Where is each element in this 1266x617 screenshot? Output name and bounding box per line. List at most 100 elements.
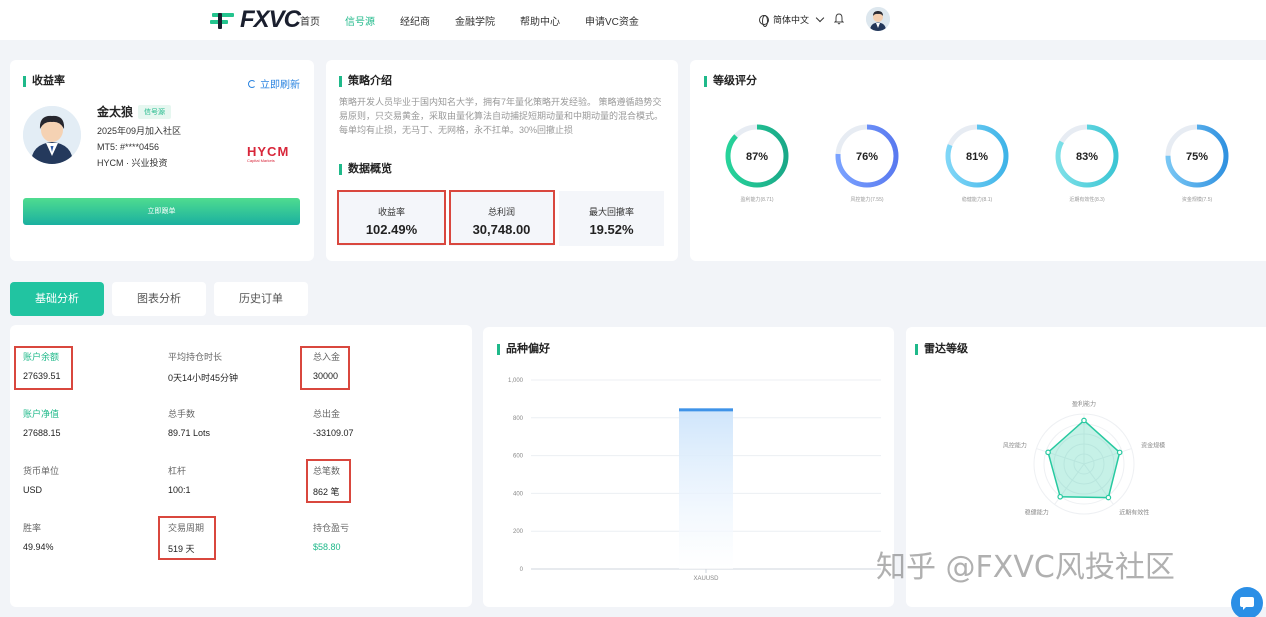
chat-icon — [1240, 597, 1254, 610]
join-date: 2025年09月加入社区 — [97, 126, 182, 136]
stat-label: 持仓盈亏 — [313, 523, 350, 533]
stat-label: 平均持仓时长 — [168, 352, 223, 362]
variety-bar-chart: 0 200 400 600 800 1,000 XAUUSD — [508, 378, 881, 582]
stat-value: 100:1 — [168, 485, 191, 495]
radar-point[interactable] — [1045, 449, 1051, 456]
bell-icon[interactable] — [834, 13, 844, 25]
stat-label: 货币单位 — [23, 466, 60, 476]
radar-point[interactable] — [1105, 494, 1112, 501]
highlight-box — [300, 346, 350, 390]
radar-axis-label: 风控能力 — [1003, 441, 1027, 449]
trader-avatar — [23, 106, 81, 164]
tab-0[interactable]: 基础分析 — [10, 282, 104, 316]
gauge-label: 近期有效性(8.3) — [1069, 197, 1105, 203]
card-title: 策略介绍 — [339, 76, 392, 87]
stat-label: 最大回撤率 — [588, 207, 634, 217]
language-label: 简体中文 — [773, 15, 810, 25]
radar-point[interactable] — [1081, 417, 1087, 424]
highlight-box — [306, 459, 351, 503]
basic-analysis-card: 账户余额 27639.51 平均持仓时长 0天14小时45分钟 总入金 30000 账户净值… — [10, 325, 472, 607]
y-tick-label: 0 — [520, 567, 524, 573]
gauge-percent: 76% — [856, 151, 878, 163]
person-avatar-icon — [866, 7, 890, 31]
stat-value: 27688.15 — [23, 428, 61, 438]
gauge-label: 盈利能力(8.71) — [740, 197, 774, 203]
refresh-button[interactable]: 立即刷新 — [248, 76, 300, 91]
radar-point[interactable] — [1116, 449, 1123, 456]
x-tick-label: XAUUSD — [693, 576, 719, 582]
follow-button[interactable]: 立即跟单 — [23, 198, 300, 225]
radar-axis-label: 资金规模 — [1141, 441, 1165, 449]
nav-item-2[interactable]: 经纪商 — [400, 13, 430, 28]
stat-value: 89.71 Lots — [168, 428, 211, 438]
gauge-percent: 75% — [1186, 151, 1208, 163]
gauge-label: 风控能力(7.55) — [850, 197, 884, 203]
radar-axis-label: 稳健能力 — [1025, 509, 1049, 517]
nav-item-4[interactable]: 帮助中心 — [520, 13, 560, 28]
stat-label: 总手数 — [168, 409, 196, 419]
gauge-label: 稳健能力(8.1) — [961, 197, 993, 203]
language-selector[interactable]: 简体中文 — [759, 13, 825, 27]
grade-card: 等级评分 87% 盈利能力(8.71) 76% 风控能力(7.55) 81% 稳健能力(8… — [690, 60, 1266, 261]
gauge-label: 资金规模(7.5) — [1181, 197, 1213, 203]
top-navigation-bar: FXVC 首页 信号源 经纪商 金融学院 帮助中心 申请VC资金 简体中文 — [0, 0, 1266, 40]
overview-title: 数据概览 — [339, 164, 392, 175]
y-tick-label: 600 — [513, 454, 524, 460]
nav-item-3[interactable]: 金融学院 — [455, 13, 495, 28]
grade-gauge: 75% 资金规模(7.5) — [1162, 122, 1232, 203]
gauge-percent: 83% — [1076, 151, 1098, 163]
highlight-box — [158, 516, 216, 560]
nav-item-5[interactable]: 申请VC资金 — [585, 13, 639, 28]
watermark: 知乎 @FXVC风投社区 — [876, 550, 1175, 585]
stat-value: USD — [23, 485, 43, 495]
radar-axis-label: 盈利能力 — [1072, 400, 1096, 408]
broker-logo: HYCM — [247, 144, 290, 159]
radar-point[interactable] — [1057, 493, 1063, 500]
highlight-box — [337, 190, 446, 245]
y-tick-label: 800 — [513, 416, 524, 422]
chevron-down-icon — [815, 13, 825, 23]
chat-button[interactable] — [1231, 587, 1263, 617]
highlight-box — [449, 190, 555, 245]
gauge-ring: 83% — [1055, 124, 1119, 188]
radar-axis-label: 近期有效性 — [1119, 509, 1149, 517]
grade-gauge: 81% 稳健能力(8.1) — [942, 122, 1012, 203]
tab-1[interactable]: 图表分析 — [112, 282, 206, 316]
logo-text: FXVC — [240, 6, 301, 33]
stat-label: 杠杆 — [168, 466, 187, 476]
gauge-ring: 76% — [835, 124, 899, 188]
fxvc-logo[interactable]: FXVC — [210, 6, 301, 34]
refresh-label: 立即刷新 — [260, 80, 300, 91]
gauge-percent: 87% — [746, 151, 768, 163]
signal-badge: 信号源 — [138, 105, 171, 119]
main-nav: 首页 信号源 经纪商 金融学院 帮助中心 申请VC资金 — [300, 0, 664, 40]
grade-gauge: 76% 风控能力(7.55) — [832, 122, 902, 203]
stat-label: 胜率 — [23, 523, 42, 533]
bar[interactable] — [679, 408, 733, 569]
y-tick-label: 1,000 — [508, 378, 524, 384]
tab-2[interactable]: 历史订单 — [214, 282, 308, 316]
stat-label: 总出金 — [313, 409, 341, 419]
person-avatar-icon — [23, 106, 81, 164]
gauge-ring: 75% — [1165, 124, 1229, 188]
gauge-ring: 87% — [725, 124, 789, 188]
trader-name: 金太狼 — [97, 105, 134, 119]
y-tick-label: 400 — [513, 491, 524, 497]
card-title: 等级评分 — [704, 76, 757, 87]
logo-mark-icon — [210, 13, 234, 29]
variety-preference-card: 品种偏好 0 200 400 600 800 1,000 XAUUSD — [483, 327, 894, 607]
nav-item-0[interactable]: 首页 — [300, 13, 320, 28]
gauge-percent: 81% — [966, 151, 988, 163]
highlight-box — [14, 346, 73, 390]
gauge-ring: 81% — [945, 124, 1009, 188]
strategy-description: 策略开发人员毕业于国内知名大学，拥有7年量化策略开发经验。 策略遵循趋势交易原则… — [339, 97, 664, 135]
strategy-card: 策略介绍 策略开发人员毕业于国内知名大学，拥有7年量化策略开发经验。 策略遵循趋… — [326, 60, 678, 261]
grade-gauge: 87% 盈利能力(8.71) — [722, 122, 792, 203]
broker-logo-sub: Capital Markets — [247, 158, 275, 163]
user-avatar[interactable] — [866, 7, 890, 31]
stat-value: $58.80 — [313, 542, 341, 552]
nav-item-1[interactable]: 信号源 — [345, 13, 375, 28]
stat-label: 账户净值 — [23, 409, 60, 419]
stat-value: 49.94% — [23, 542, 54, 552]
bar-top — [679, 408, 733, 412]
